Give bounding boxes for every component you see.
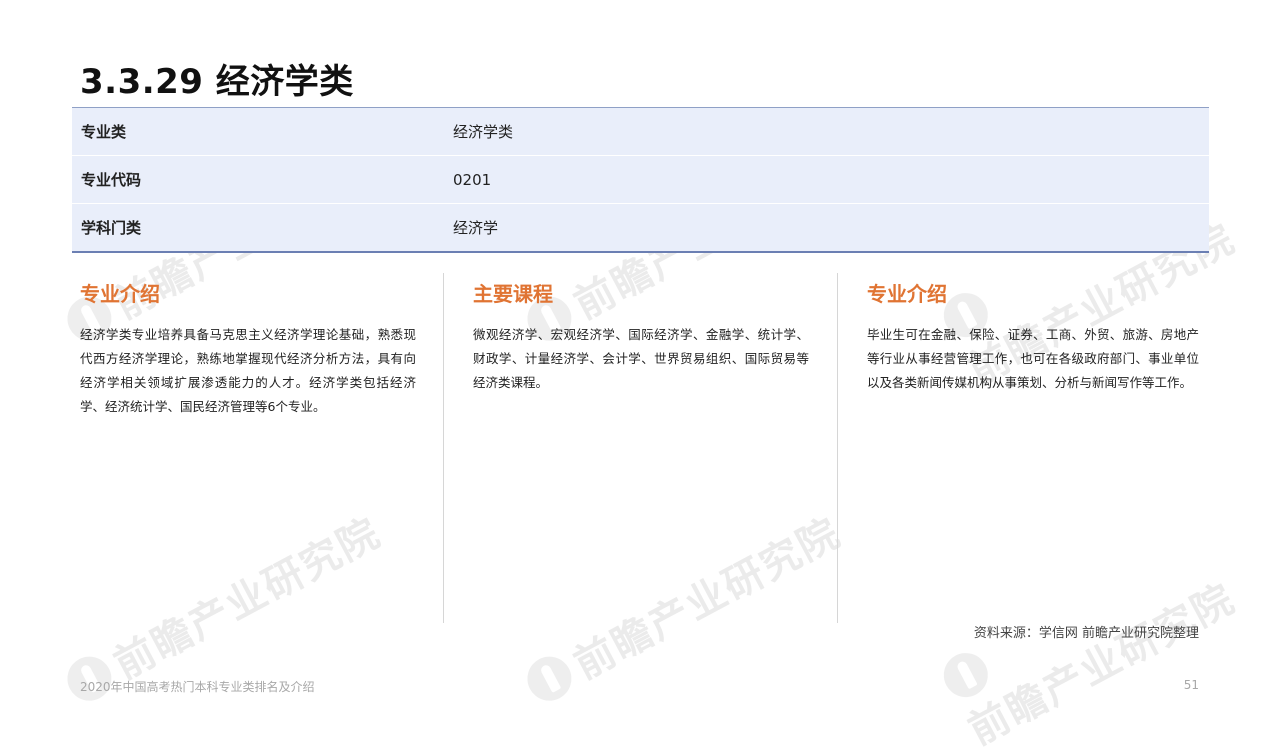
column-body: 毕业生可在金融、保险、证券、工商、外贸、旅游、房地产等行业从事经营管理工作，也可… — [867, 327, 1199, 390]
footer-report-title: 2020年中国高考热门本科专业类排名及介绍 — [80, 680, 315, 694]
source-note: 资料来源：学信网 前瞻产业研究院整理 — [973, 626, 1199, 641]
column-intro: 专业介绍 经济学类专业培养具备马克思主义经济学理论基础，熟悉现代西方经济学理论，… — [80, 273, 416, 623]
column-body: 微观经济学、宏观经济学、国际经济学、金融学、统计学、财政学、计量经济学、会计学、… — [473, 327, 809, 390]
qianzhan-logo-icon — [519, 648, 580, 709]
page-title: 3.3.29 经济学类 — [80, 62, 354, 102]
info-table: 专业类 经济学类 专业代码 0201 学科门类 经济学 — [72, 107, 1209, 253]
column-divider — [837, 273, 838, 623]
column-heading: 主要课程 — [473, 282, 553, 306]
table-row: 学科门类 经济学 — [72, 204, 1209, 251]
qianzhan-logo-icon — [936, 645, 996, 705]
column-career: 专业介绍 毕业生可在金融、保险、证券、工商、外贸、旅游、房地产等行业从事经营管理… — [867, 273, 1199, 623]
page-number: 51 — [1183, 678, 1199, 692]
row-value: 经济学类 — [453, 123, 514, 141]
table-row: 专业类 经济学类 — [72, 108, 1209, 156]
row-key: 学科门类 — [81, 219, 142, 237]
column-body: 经济学类专业培养具备马克思主义经济学理论基础，熟悉现代西方经济学理论，熟练地掌握… — [80, 327, 416, 414]
row-key: 专业类 — [81, 123, 127, 141]
column-divider — [443, 273, 444, 623]
column-heading: 专业介绍 — [867, 282, 947, 306]
table-row: 专业代码 0201 — [72, 156, 1209, 204]
row-value: 0201 — [453, 170, 492, 189]
column-courses: 主要课程 微观经济学、宏观经济学、国际经济学、金融学、统计学、财政学、计量经济学… — [473, 273, 809, 623]
row-key: 专业代码 — [81, 171, 142, 189]
column-heading: 专业介绍 — [80, 282, 160, 306]
row-value: 经济学 — [453, 219, 499, 237]
